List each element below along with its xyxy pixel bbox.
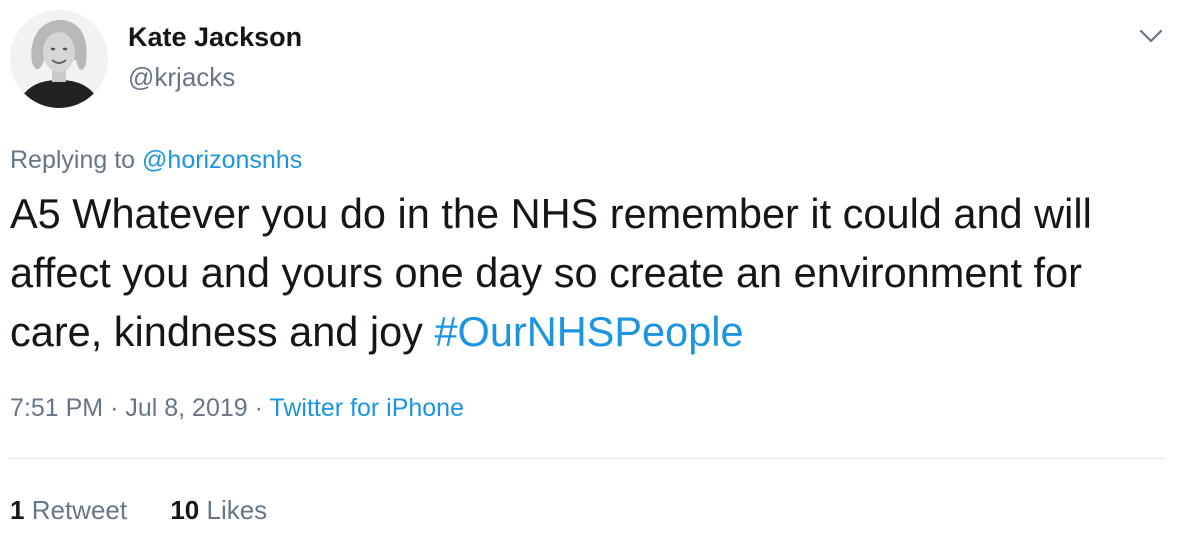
tweet-card: Kate Jackson @krjacks Replying to @horiz…	[0, 0, 1180, 539]
reply-mention-link[interactable]: @horizonsnhs	[142, 146, 302, 174]
hashtag-link[interactable]: #OurNHSPeople	[434, 308, 743, 355]
avatar[interactable]	[10, 10, 108, 108]
tweet-stats: 1 Retweet 10 Likes	[10, 495, 267, 526]
tweet-metadata: 7:51 PM · Jul 8, 2019 · Twitter for iPho…	[10, 394, 464, 423]
tweet-text: A5 Whatever you do in the NHS remember i…	[10, 184, 1170, 361]
replying-to-label: Replying to	[10, 146, 136, 174]
tweet-date: Jul 8, 2019	[125, 394, 248, 422]
tweet-time: 7:51 PM	[10, 394, 104, 422]
tweet-source-link[interactable]: Twitter for iPhone	[269, 394, 464, 422]
retweets-label: Retweet	[31, 495, 128, 525]
chevron-down-icon[interactable]	[1138, 26, 1164, 46]
retweets-count: 1	[10, 495, 25, 525]
author-handle[interactable]: @krjacks	[128, 62, 235, 93]
meta-separator: ·	[110, 394, 119, 422]
likes-stat[interactable]: 10 Likes	[170, 495, 267, 525]
likes-label: Likes	[206, 495, 268, 525]
likes-count: 10	[170, 495, 200, 525]
author-name[interactable]: Kate Jackson	[128, 22, 302, 53]
replying-to: Replying to @horizonsnhs	[10, 146, 302, 175]
retweets-stat[interactable]: 1 Retweet	[10, 495, 127, 525]
avatar-photo	[10, 10, 108, 108]
meta-separator: ·	[254, 394, 263, 422]
divider	[10, 458, 1165, 459]
